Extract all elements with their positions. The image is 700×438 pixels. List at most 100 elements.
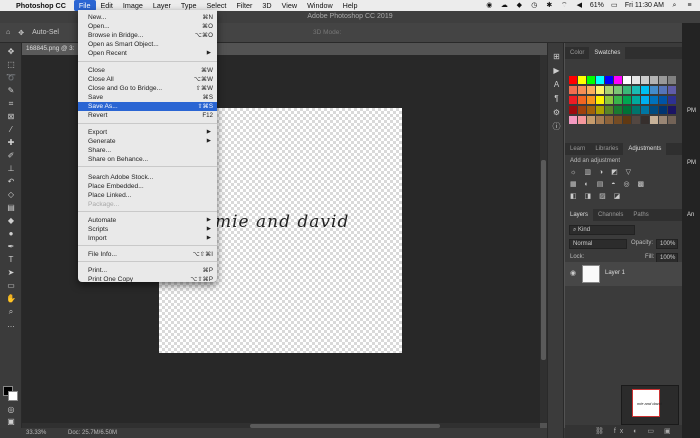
color-swatch[interactable] bbox=[569, 116, 577, 124]
battery-percent[interactable]: 61% bbox=[590, 2, 604, 9]
color-swatch[interactable] bbox=[569, 96, 577, 104]
file-menu-item-search-adobe-stock[interactable]: Search Adobe Stock... bbox=[78, 173, 217, 182]
color-swatch[interactable] bbox=[641, 116, 649, 124]
color-swatch[interactable] bbox=[605, 116, 613, 124]
wifi-icon[interactable]: ⌔ bbox=[560, 2, 569, 10]
zoom-tool-icon[interactable]: ⌕ bbox=[5, 307, 17, 317]
vertical-scroll-thumb[interactable] bbox=[541, 160, 546, 360]
file-menu-item-close-all[interactable]: Close All ⌥⌘W bbox=[78, 75, 217, 84]
color-swatch[interactable] bbox=[650, 76, 658, 84]
stamp-tool-icon[interactable]: ⊥ bbox=[5, 164, 17, 174]
color-swatch[interactable] bbox=[668, 76, 676, 84]
color-swatch[interactable] bbox=[650, 86, 658, 94]
color-swatch[interactable] bbox=[650, 96, 658, 104]
color-swatch[interactable] bbox=[668, 106, 676, 114]
color-swatch[interactable] bbox=[659, 96, 667, 104]
adjustment-icons-row[interactable]: ▦ ◐ ▤ ◓ ◎ ▩ bbox=[570, 179, 680, 191]
pen-tool-icon[interactable]: ✒ bbox=[5, 242, 17, 252]
color-swatch[interactable] bbox=[668, 96, 676, 104]
file-menu-item-new[interactable]: New... ⌘N bbox=[78, 13, 217, 22]
file-menu-item-import[interactable]: Import ▶ bbox=[78, 234, 217, 243]
color-swatch[interactable] bbox=[596, 96, 604, 104]
file-menu-item-place-embedded[interactable]: Place Embedded... bbox=[78, 182, 217, 191]
color-swatch[interactable] bbox=[587, 96, 595, 104]
color-swatch[interactable] bbox=[578, 76, 586, 84]
color-swatch[interactable] bbox=[650, 106, 658, 114]
color-swatch[interactable] bbox=[569, 76, 577, 84]
menu-clock[interactable]: Fri 11:30 AM bbox=[625, 2, 664, 9]
color-swatch[interactable] bbox=[578, 96, 586, 104]
color-swatch[interactable] bbox=[632, 116, 640, 124]
gradient-tool-icon[interactable]: ▤ bbox=[5, 203, 17, 213]
file-menu-item-share[interactable]: Share... bbox=[78, 146, 217, 155]
layer-filter-select[interactable]: ⌕ Kind bbox=[569, 225, 635, 235]
document-tab[interactable]: 168845.png @ 3: bbox=[22, 43, 78, 55]
menu-3d[interactable]: 3D bbox=[257, 0, 276, 11]
file-menu-item-share-on-behance[interactable]: Share on Behance... bbox=[78, 155, 217, 164]
color-swatch[interactable] bbox=[623, 116, 631, 124]
brush-tool-icon[interactable]: ✐ bbox=[5, 151, 17, 161]
eye-icon[interactable]: ◉ bbox=[570, 269, 576, 277]
menu-window[interactable]: Window bbox=[302, 0, 338, 11]
file-menu-item-print[interactable]: Print... ⌘P bbox=[78, 266, 217, 275]
file-menu-item-generate[interactable]: Generate ▶ bbox=[78, 137, 217, 146]
color-swatch[interactable] bbox=[641, 86, 649, 94]
tab-channels[interactable]: Channels bbox=[593, 209, 628, 221]
color-swatch[interactable] bbox=[605, 106, 613, 114]
color-swatch[interactable] bbox=[641, 96, 649, 104]
file-menu-item-close[interactable]: Close ⌘W bbox=[78, 66, 217, 75]
history-brush-icon[interactable]: ↶ bbox=[5, 177, 17, 187]
auto-select-checkbox[interactable]: Auto-Sel bbox=[32, 29, 59, 36]
tab-layers[interactable]: Layers bbox=[565, 209, 594, 221]
color-swatch[interactable] bbox=[587, 106, 595, 114]
file-menu-item-save-as[interactable]: Save As... ⇧⌘S bbox=[78, 102, 217, 111]
color-swatch[interactable] bbox=[587, 86, 595, 94]
color-swatch[interactable] bbox=[569, 106, 577, 114]
file-menu-item-place-linked[interactable]: Place Linked... bbox=[78, 191, 217, 200]
color-swatch[interactable] bbox=[641, 76, 649, 84]
path-select-tool-icon[interactable]: ➤ bbox=[5, 268, 17, 278]
battery-icon[interactable]: ▭ bbox=[610, 2, 619, 10]
color-swatch[interactable] bbox=[659, 116, 667, 124]
history-panel-icon[interactable]: ⊞ bbox=[551, 51, 562, 62]
color-swatch[interactable] bbox=[614, 76, 622, 84]
file-menu-item-revert[interactable]: Revert F12 bbox=[78, 111, 217, 120]
blend-mode-select[interactable]: Normal bbox=[569, 239, 627, 249]
zoom-level[interactable]: 33.33% bbox=[26, 428, 46, 438]
quick-select-tool-icon[interactable]: ✎ bbox=[5, 86, 17, 96]
frame-tool-icon[interactable]: ⊠ bbox=[5, 112, 17, 122]
type-tool-icon[interactable]: T bbox=[5, 255, 17, 265]
clock-icon[interactable]: ◷ bbox=[530, 2, 539, 10]
file-menu-item-file-info[interactable]: File Info... ⌥⇧⌘I bbox=[78, 250, 217, 259]
lasso-tool-icon[interactable]: ➰ bbox=[5, 73, 17, 83]
menu-help[interactable]: Help bbox=[338, 0, 363, 11]
layer-name[interactable]: Layer 1 bbox=[605, 270, 625, 276]
crop-tool-icon[interactable]: ⌗ bbox=[5, 99, 17, 109]
eraser-tool-icon[interactable]: ◇ bbox=[5, 190, 17, 200]
info-panel-icon[interactable]: ⓘ bbox=[551, 121, 562, 132]
hand-tool-icon[interactable]: ✋ bbox=[5, 294, 17, 304]
tab-color[interactable]: Color bbox=[565, 47, 589, 59]
cc-icon[interactable]: ◉ bbox=[485, 2, 494, 10]
color-swatch[interactable] bbox=[659, 86, 667, 94]
color-swatch[interactable] bbox=[605, 96, 613, 104]
color-swatch[interactable] bbox=[623, 96, 631, 104]
adjustment-icons-row[interactable]: ☼ ▥ ◑ ◩ ▽ bbox=[570, 167, 680, 179]
color-swatch[interactable] bbox=[578, 116, 586, 124]
color-swatch[interactable] bbox=[623, 106, 631, 114]
color-swatch[interactable] bbox=[668, 86, 676, 94]
tab-adjustments[interactable]: Adjustments bbox=[623, 143, 667, 155]
color-swatch[interactable] bbox=[578, 106, 586, 114]
file-menu-item-browse-in-bridge[interactable]: Browse in Bridge... ⌥⌘O bbox=[78, 31, 217, 40]
color-swatch[interactable] bbox=[623, 76, 631, 84]
play-actions-icon[interactable]: ▶ bbox=[551, 65, 562, 76]
healing-tool-icon[interactable]: ✚ bbox=[5, 138, 17, 148]
color-swatch[interactable] bbox=[668, 116, 676, 124]
layer-row[interactable]: ◉ Layer 1 bbox=[565, 262, 682, 286]
more-tools-icon[interactable]: … bbox=[5, 320, 17, 330]
file-menu-item-open[interactable]: Open... ⌘O bbox=[78, 22, 217, 31]
color-swatch[interactable] bbox=[659, 76, 667, 84]
tab-libraries[interactable]: Libraries bbox=[590, 143, 623, 155]
dodge-tool-icon[interactable]: ● bbox=[5, 229, 17, 239]
color-swatch[interactable] bbox=[596, 86, 604, 94]
